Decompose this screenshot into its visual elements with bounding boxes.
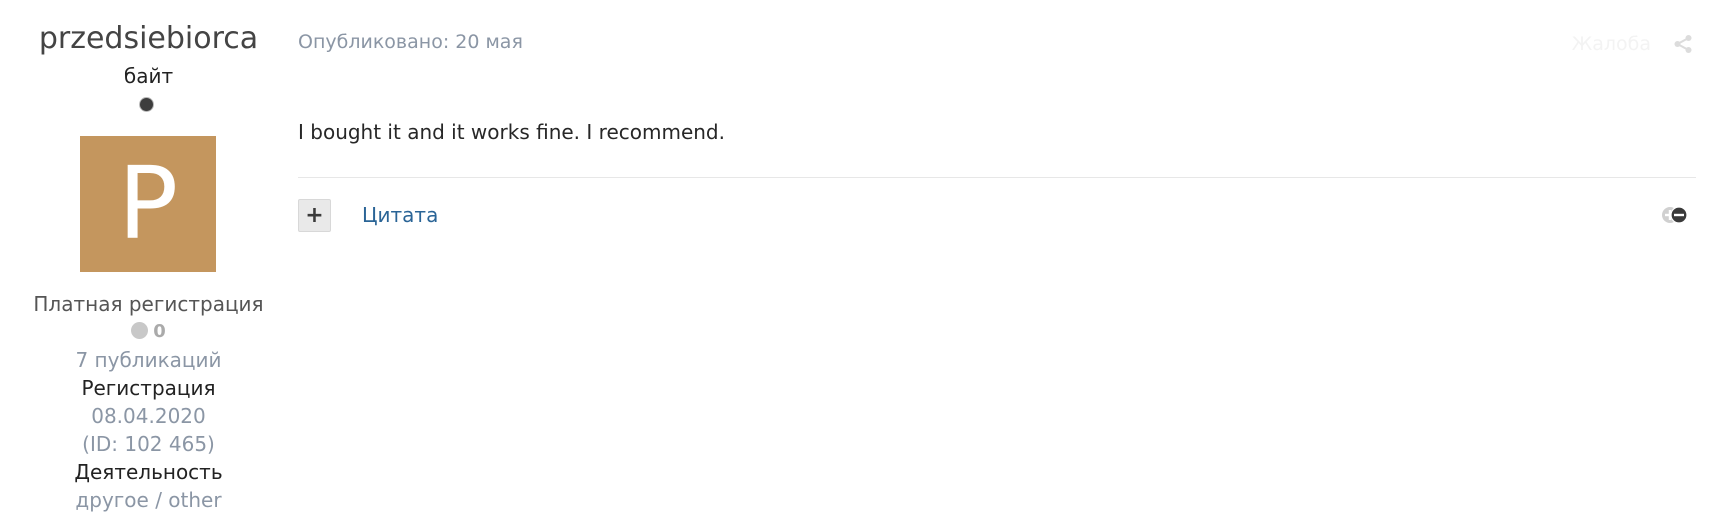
author-name-link[interactable]: przedsiebiorca [0,18,297,60]
author-posts-link[interactable]: 7 публикаций [0,346,297,374]
registration-date: 08.04.2020 [91,404,206,428]
reputation-badge: 0 [0,318,297,346]
post-tools: Жалоба [1572,30,1693,58]
online-status-icon [140,98,153,111]
multiquote-button[interactable]: + [298,199,331,232]
author-avatar[interactable]: P [80,136,216,272]
author-rank: байт [123,64,174,88]
registration-label: Регистрация [81,376,216,400]
post-divider [298,177,1696,178]
author-group-title: Платная регистрация [33,292,264,316]
post-date[interactable]: Опубликовано: 20 мая [298,28,523,56]
quote-link[interactable]: Цитата [362,201,438,229]
share-icon[interactable] [1673,34,1693,54]
report-link[interactable]: Жалоба [1572,33,1651,55]
activity-value: другое / other [75,488,222,512]
reputation-count: 0 [153,321,166,342]
member-id: (ID: 102 465) [82,432,215,456]
post-content: I bought it and it works fine. I recomme… [298,120,725,144]
ignore-toggle-icon[interactable] [1660,205,1690,225]
activity-label: Деятельность [74,460,223,484]
reputation-icon [131,322,149,339]
